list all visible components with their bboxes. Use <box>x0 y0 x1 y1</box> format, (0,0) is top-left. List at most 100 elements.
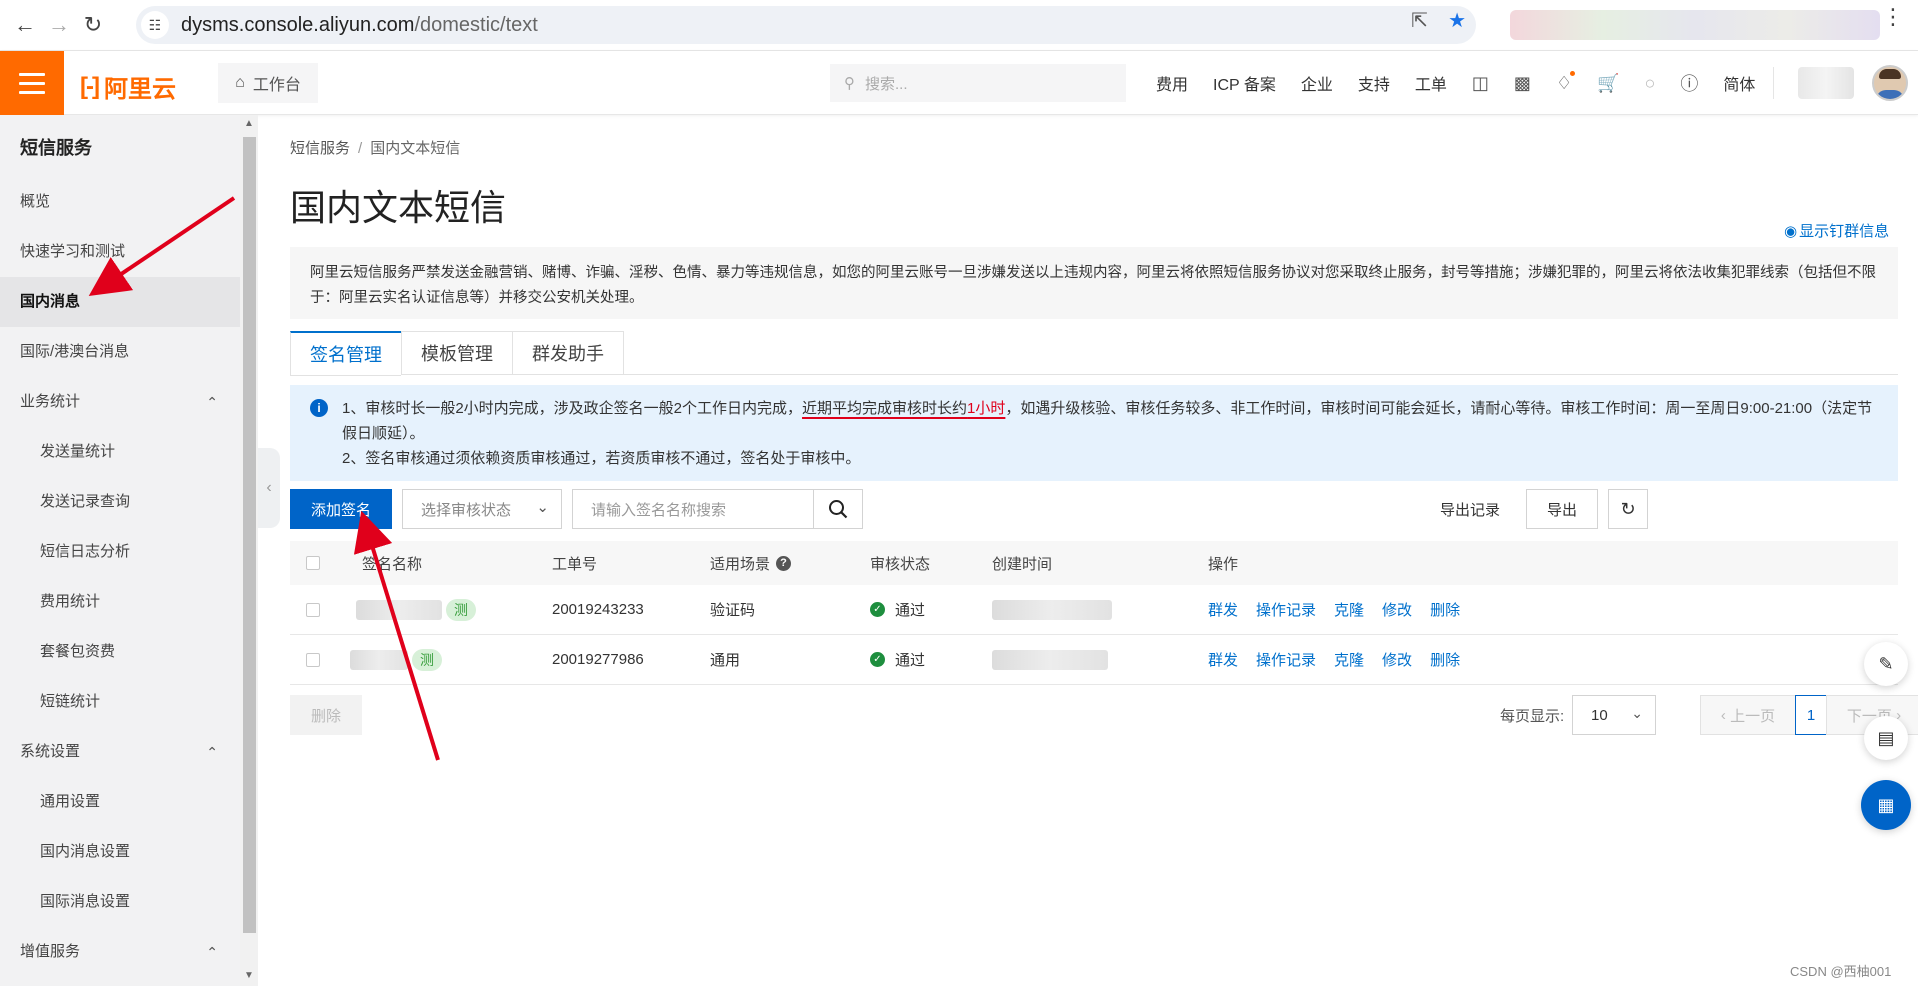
refresh-button[interactable]: ↻ <box>1608 489 1648 529</box>
status-badge: ✓ 通过 <box>870 635 925 684</box>
bell-icon[interactable]: ♢ <box>1556 70 1576 94</box>
search-button[interactable] <box>813 489 863 529</box>
edit-link[interactable]: 修改 <box>1382 649 1412 670</box>
tab-bulk-send[interactable]: 群发助手 <box>512 331 624 375</box>
global-search-input[interactable]: ⚲ 搜索... <box>830 64 1126 102</box>
sidebar-item-general-settings[interactable]: 通用设置 <box>0 777 240 827</box>
feedback-edit-button[interactable]: ✎ <box>1864 642 1908 686</box>
show-group-info-link[interactable]: ◉ 显示钉群信息 <box>1784 220 1889 241</box>
signature-search-input[interactable]: 请输入签名名称搜索 <box>572 489 814 529</box>
breadcrumb-link[interactable]: 短信服务 <box>290 140 350 157</box>
cart-icon[interactable]: 🛒 <box>1597 73 1619 94</box>
sidebar-item-label: 国内消息 <box>20 293 81 310</box>
sidebar-item-intl-settings[interactable]: 国际消息设置 <box>0 877 240 927</box>
sidebar-item-send-volume[interactable]: 发送量统计 <box>0 427 240 477</box>
console-topbar: [-] 阿里云 ⌂ 工作台 ⚲ 搜索... 费用 ICP 备案 企业 支持 工单 ◫ … <box>0 51 1918 115</box>
sidebar-group-settings[interactable]: 系统设置 ⌃ <box>0 727 240 777</box>
search-icon <box>829 500 848 519</box>
row-checkbox[interactable] <box>306 652 320 667</box>
nav-fees[interactable]: 费用 <box>1156 71 1188 95</box>
sidebar-group-statistics[interactable]: 业务统计 ⌃ <box>0 377 240 427</box>
nav-icp[interactable]: ICP 备案 <box>1213 71 1276 95</box>
sidebar-item-quickstart[interactable]: 快速学习和测试 <box>0 227 240 277</box>
address-bar[interactable]: ☷ dysms.console.aliyun.com/domestic/text <box>136 6 1476 44</box>
batch-delete-button[interactable]: 删除 <box>290 695 362 735</box>
sidebar-item-package[interactable]: 套餐包资费 <box>0 627 240 677</box>
extensions-area <box>1510 10 1880 40</box>
site-info-icon[interactable]: ☷ <box>141 11 169 39</box>
delete-link[interactable]: 删除 <box>1430 599 1460 620</box>
row-checkbox[interactable] <box>306 602 320 617</box>
sidebar-item-shortlink[interactable]: 短链统计 <box>0 677 240 727</box>
sidebar-item-domestic[interactable]: 国内消息 <box>0 277 240 327</box>
help-icon[interactable]: ⓘ <box>1680 70 1698 96</box>
prev-page-button[interactable]: ‹ 上一页 <box>1700 695 1796 735</box>
scroll-down-icon[interactable]: ▼ <box>244 970 254 981</box>
status-badge: ✓ 通过 <box>870 585 925 634</box>
sidebar-item-log-analysis[interactable]: 短信日志分析 <box>0 527 240 577</box>
delete-link[interactable]: 删除 <box>1430 649 1460 670</box>
back-icon[interactable]: ← <box>8 8 42 42</box>
test-tag: 测 <box>412 648 442 671</box>
avatar[interactable] <box>1872 65 1908 101</box>
sidebar-item-label: 费用统计 <box>40 593 101 610</box>
add-signature-button[interactable]: 添加签名 <box>290 489 392 529</box>
aliyun-logo[interactable]: [-] 阿里云 <box>80 69 176 104</box>
page-number[interactable]: 1 <box>1795 695 1827 735</box>
menu-icon[interactable] <box>0 51 64 115</box>
main-content: 短信服务 / 国内文本短信 国内文本短信 ◉ 显示钉群信息 阿里云短信服务严禁发送金融… <box>258 115 1918 986</box>
api-icon[interactable]: ◫ <box>1472 73 1489 94</box>
sidebar-item-domestic-settings[interactable]: 国内消息设置 <box>0 827 240 877</box>
info-text: 1、审核时长一般2小时内完成，涉及政企签名一般2个工作日内完成， <box>342 400 803 417</box>
watermark: CSDN @西柚001 <box>1790 964 1892 979</box>
table-row: 测 20019277986 通用 ✓ 通过 群发 操作记录 克隆 修改 删除 <box>290 635 1898 685</box>
order-number: 20019243233 <box>552 601 644 618</box>
review-status-select[interactable]: 选择审核状态 ⌄ <box>402 489 562 529</box>
operation-log-link[interactable]: 操作记录 <box>1256 599 1316 620</box>
account-name-blurred[interactable] <box>1798 67 1854 99</box>
sidebar-item-send-records[interactable]: 发送记录查询 <box>0 477 240 527</box>
language-switch[interactable]: 简体 <box>1723 71 1755 95</box>
reload-icon[interactable]: ↻ <box>76 8 110 42</box>
sidebar-item-international[interactable]: 国际/港澳台消息 <box>0 327 240 377</box>
export-button[interactable]: 导出 <box>1526 489 1598 529</box>
clone-link[interactable]: 克隆 <box>1334 599 1364 620</box>
sidebar-group-value-added[interactable]: 增值服务 ⌃ <box>0 927 240 977</box>
order-number: 20019277986 <box>552 651 644 668</box>
workbench-label: 工作台 <box>252 77 301 94</box>
nav-enterprise[interactable]: 企业 <box>1301 71 1333 95</box>
review-time-value: 1小时 <box>967 400 1006 417</box>
sidebar-item-overview[interactable]: 概览 <box>0 177 240 227</box>
select-placeholder: 选择审核状态 <box>421 501 512 519</box>
page-size-select[interactable]: 10 ⌄ <box>1572 695 1656 735</box>
sidebar-item-cost-stats[interactable]: 费用统计 <box>0 577 240 627</box>
sidebar-scroll-thumb[interactable] <box>243 137 256 933</box>
select-all-checkbox[interactable] <box>306 556 320 570</box>
share-icon[interactable]: ⇱ <box>1411 8 1428 33</box>
terminal-icon[interactable]: ▩ <box>1514 73 1531 94</box>
lightbulb-icon[interactable]: ○ <box>1645 73 1656 94</box>
workbench-button[interactable]: ⌂ 工作台 <box>218 63 318 103</box>
tab-template[interactable]: 模板管理 <box>401 331 512 375</box>
clone-link[interactable]: 克隆 <box>1334 649 1364 670</box>
apps-button[interactable]: ▦ <box>1861 780 1911 830</box>
edit-link[interactable]: 修改 <box>1382 599 1412 620</box>
forward-icon[interactable]: → <box>42 8 76 42</box>
help-icon[interactable]: ? <box>776 555 792 571</box>
bulk-send-link[interactable]: 群发 <box>1208 599 1238 620</box>
tab-signature[interactable]: 签名管理 <box>290 331 401 376</box>
per-page-label: 每页显示: <box>1500 708 1565 725</box>
sidebar-item-label: 增值服务 <box>20 943 81 960</box>
nav-ticket[interactable]: 工单 <box>1415 71 1447 95</box>
scroll-up-icon[interactable]: ▲ <box>244 118 254 129</box>
url-host: dysms.console.aliyun.com <box>181 13 415 36</box>
chat-button[interactable]: ▤ <box>1864 716 1908 760</box>
export-records-link[interactable]: 导出记录 <box>1440 499 1500 520</box>
sidebar: 短信服务 概览 快速学习和测试 国内消息 国际/港澳台消息 业务统计 ⌃ 发送量统… <box>0 115 240 986</box>
operation-log-link[interactable]: 操作记录 <box>1256 649 1316 670</box>
nav-support[interactable]: 支持 <box>1358 71 1390 95</box>
browser-menu-icon[interactable]: ⋮ <box>1882 6 1904 28</box>
bulk-send-link[interactable]: 群发 <box>1208 649 1238 670</box>
bookmark-star-icon[interactable]: ★ <box>1448 8 1466 33</box>
status-text: 通过 <box>895 652 926 669</box>
